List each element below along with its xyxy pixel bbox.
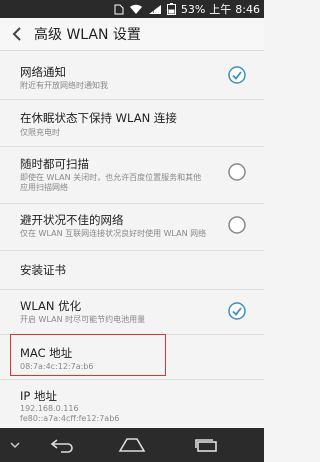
setting-title: 在休眠状态下保持 WLAN 连接 bbox=[20, 111, 177, 125]
status-bar: H 53% 上午 8:46 bbox=[0, 0, 264, 18]
battery-icon bbox=[166, 3, 176, 15]
nav-back-button[interactable] bbox=[40, 428, 84, 462]
action-bar: 高级 WLAN 设置 bbox=[0, 18, 264, 51]
setting-always-scan[interactable]: 随时都可扫描 即使在 WLAN 关闭时，也允许百度位置服务和其他 应用扫描网络 bbox=[0, 147, 264, 204]
page-title: 高级 WLAN 设置 bbox=[34, 27, 141, 43]
setting-keep-wlan-sleep[interactable]: 在休眠状态下保持 WLAN 连接 仅限充电时 bbox=[0, 100, 264, 147]
setting-title: 随时都可扫描 bbox=[20, 157, 89, 171]
setting-subtitle-line-1: 即使在 WLAN 关闭时，也允许百度位置服务和其他 bbox=[20, 173, 202, 182]
time-prefix: 上午 bbox=[209, 3, 232, 16]
back-arrow-icon bbox=[50, 439, 73, 453]
battery-percent: 53% bbox=[180, 2, 206, 16]
navigation-bar bbox=[0, 428, 264, 462]
setting-wlan-optimize[interactable]: WLAN 优化 开启 WLAN 时尽可能节约电池用量 bbox=[0, 290, 264, 335]
setting-title: 避开状况不佳的网络 bbox=[20, 213, 124, 227]
nav-home-button[interactable] bbox=[110, 428, 154, 462]
nav-recents-button[interactable] bbox=[184, 428, 228, 462]
setting-title: 安装证书 bbox=[20, 263, 66, 277]
setting-network-notify[interactable]: 网络通知 附近有开放网络时通知我 bbox=[0, 51, 264, 100]
setting-subtitle: 仅限充电时 bbox=[20, 128, 60, 137]
setting-title: IP 地址 bbox=[20, 389, 57, 403]
signal-icon: H bbox=[148, 4, 162, 15]
setting-subtitle: 仅在 WLAN 互联网连接状况良好时使用 WLAN 网络 bbox=[20, 229, 207, 238]
wifi-icon bbox=[129, 4, 143, 15]
ip-address-v4: 192.168.0.116 bbox=[20, 404, 79, 413]
home-icon bbox=[118, 438, 146, 452]
setting-avoid-poor-networks[interactable]: 避开状况不佳的网络 仅在 WLAN 互联网连接状况良好时使用 WLAN 网络 bbox=[0, 204, 264, 251]
clock: 8:46 bbox=[235, 2, 260, 16]
back-button[interactable] bbox=[0, 18, 34, 50]
checkbox-checked[interactable] bbox=[228, 66, 246, 84]
setting-ip-address: IP 地址 192.168.0.116 fe80::a7a:4cff:fe12:… bbox=[0, 380, 264, 428]
chevron-down-icon bbox=[10, 442, 20, 449]
radio-unchecked[interactable] bbox=[228, 163, 246, 181]
setting-subtitle: 开启 WLAN 时尽可能节约电池用量 bbox=[20, 315, 146, 324]
setting-install-certificate[interactable]: 安装证书 bbox=[0, 251, 264, 290]
sim-icon bbox=[114, 4, 124, 15]
setting-subtitle-line-2: 应用扫描网络 bbox=[20, 183, 68, 192]
setting-subtitle: 附近有开放网络时通知我 bbox=[20, 81, 108, 90]
ip-address-v6: fe80::a7a:4cff:fe12:7ab6 bbox=[20, 414, 120, 423]
setting-title: WLAN 优化 bbox=[20, 299, 82, 313]
checkbox-checked[interactable] bbox=[228, 302, 246, 320]
chevron-left-icon bbox=[12, 27, 21, 41]
svg-text:H: H bbox=[150, 9, 154, 15]
radio-unchecked[interactable] bbox=[228, 216, 246, 234]
mac-highlight-box bbox=[10, 334, 166, 376]
recents-icon bbox=[195, 439, 217, 452]
collapse-nav-button[interactable] bbox=[2, 428, 28, 462]
setting-title: 网络通知 bbox=[20, 65, 66, 79]
